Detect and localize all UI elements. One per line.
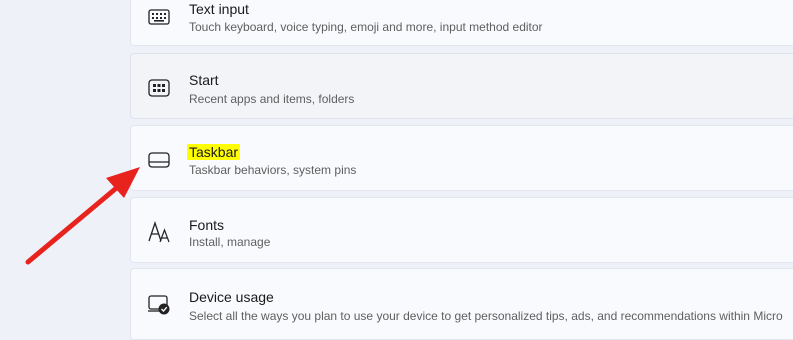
text-input-setting[interactable]: Text input Touch keyboard, voice typing,… <box>130 0 793 46</box>
setting-subtitle: Install, manage <box>189 235 271 249</box>
device-usage-setting[interactable]: Device usage Select all the ways you pla… <box>130 268 793 340</box>
setting-title: Taskbar <box>187 144 241 160</box>
keyboard-icon <box>147 5 171 29</box>
taskbar-setting[interactable]: Taskbar Taskbar behaviors, system pins <box>130 125 793 191</box>
taskbar-highlight: Taskbar <box>187 144 241 160</box>
start-menu-icon <box>147 76 171 100</box>
start-setting[interactable]: Start Recent apps and items, folders <box>130 53 793 119</box>
setting-subtitle: Taskbar behaviors, system pins <box>189 163 357 177</box>
fonts-setting[interactable]: Fonts Install, manage <box>130 197 793 263</box>
setting-title: Text input <box>189 1 249 17</box>
setting-title: Start <box>189 72 219 88</box>
personalization-settings-list: Text input Touch keyboard, voice typing,… <box>130 0 793 340</box>
setting-subtitle: Select all the ways you plan to use your… <box>189 309 783 323</box>
setting-subtitle: Touch keyboard, voice typing, emoji and … <box>189 20 543 34</box>
fonts-icon <box>147 220 171 244</box>
setting-title: Fonts <box>189 217 225 233</box>
device-usage-icon <box>147 293 171 317</box>
setting-title: Device usage <box>189 289 274 305</box>
setting-subtitle: Recent apps and items, folders <box>189 92 355 106</box>
taskbar-icon <box>147 148 171 172</box>
